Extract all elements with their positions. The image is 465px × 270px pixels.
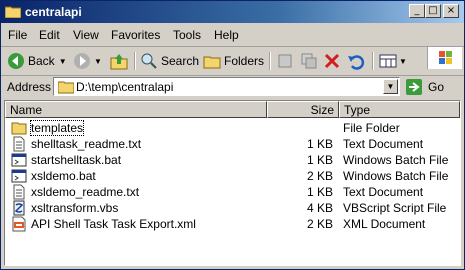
file-type: Windows Batch File bbox=[343, 153, 449, 167]
folder-icon bbox=[11, 122, 27, 135]
menu-view[interactable]: View bbox=[73, 28, 99, 42]
column-type-label: Type bbox=[344, 103, 371, 117]
forward-button[interactable]: ▼ bbox=[73, 51, 102, 71]
list-item[interactable]: templates File Folder bbox=[5, 120, 460, 136]
file-size: 4 KB bbox=[306, 201, 333, 215]
file-size: 1 KB bbox=[306, 137, 333, 151]
file-name: xsldemo_readme.txt bbox=[31, 185, 140, 199]
folders-button[interactable]: Folders bbox=[203, 51, 264, 71]
list-item[interactable]: xsldemo.bat 2 KB Windows Batch File bbox=[5, 168, 460, 184]
menu-edit[interactable]: Edit bbox=[39, 28, 60, 42]
menu-help[interactable]: Help bbox=[214, 28, 239, 42]
list-header: Name Size Type bbox=[5, 101, 460, 118]
views-icon bbox=[379, 54, 397, 68]
file-type: File Folder bbox=[343, 121, 400, 135]
copy-to-icon bbox=[301, 53, 317, 69]
explorer-window: centralapi _ □ × File Edit View Favorite… bbox=[0, 0, 465, 270]
list-item[interactable]: shelltask_readme.txt 1 KB Text Document bbox=[5, 136, 460, 152]
file-name: xsldemo.bat bbox=[31, 169, 96, 183]
address-label: Address bbox=[7, 80, 52, 94]
text-file-icon bbox=[13, 136, 25, 152]
address-input[interactable]: D:\temp\centralapi ▼ bbox=[53, 77, 400, 96]
column-name-header[interactable]: Name bbox=[5, 101, 267, 118]
back-button[interactable]: Back ▼ bbox=[7, 51, 67, 71]
column-name-label: Name bbox=[10, 103, 43, 117]
batch-file-icon bbox=[11, 153, 27, 167]
delete-x-icon bbox=[324, 53, 340, 69]
list-item[interactable]: xsltransform.vbs 4 KB VBScript Script Fi… bbox=[5, 200, 460, 216]
list-item[interactable]: API Shell Task Task Export.xml 2 KB XML … bbox=[5, 216, 460, 232]
file-name: templates bbox=[29, 120, 85, 136]
title-bar[interactable]: centralapi _ □ × bbox=[1, 1, 464, 23]
go-label: Go bbox=[428, 80, 445, 94]
column-size-label: Size bbox=[310, 103, 334, 117]
file-type: XML Document bbox=[343, 217, 426, 231]
copy-to-button[interactable] bbox=[300, 51, 318, 71]
forward-arrow-icon bbox=[74, 53, 90, 69]
maximize-button[interactable]: □ bbox=[425, 4, 441, 18]
file-type: Text Document bbox=[343, 185, 424, 199]
move-to-button[interactable] bbox=[276, 51, 294, 71]
column-size-header[interactable]: Size bbox=[267, 101, 339, 118]
file-type: VBScript Script File bbox=[343, 201, 447, 215]
undo-icon bbox=[348, 55, 365, 70]
list-item[interactable]: startshelltask.bat 1 KB Windows Batch Fi… bbox=[5, 152, 460, 168]
file-size: 1 KB bbox=[306, 153, 333, 167]
text-file-icon bbox=[13, 184, 25, 200]
address-bar: Address D:\temp\centralapi ▼ Go bbox=[1, 76, 464, 98]
file-name: xsltransform.vbs bbox=[31, 201, 119, 215]
file-size: 2 KB bbox=[306, 217, 333, 231]
go-button[interactable]: Go bbox=[405, 78, 461, 96]
menu-file[interactable]: File bbox=[8, 28, 27, 42]
file-name: API Shell Task Task Export.xml bbox=[31, 217, 196, 231]
chevron-down-icon[interactable]: ▼ bbox=[94, 57, 102, 66]
file-name: shelltask_readme.txt bbox=[31, 137, 142, 151]
folder-icon bbox=[58, 81, 74, 94]
address-dropdown-button[interactable]: ▼ bbox=[383, 79, 398, 94]
search-icon bbox=[141, 53, 157, 69]
file-size: 1 KB bbox=[306, 185, 333, 199]
search-button[interactable]: Search bbox=[140, 51, 199, 71]
toolbar-separator bbox=[134, 52, 136, 70]
file-name: startshelltask.bat bbox=[31, 153, 122, 167]
delete-button[interactable] bbox=[323, 51, 341, 71]
list-item[interactable]: xsldemo_readme.txt 1 KB Text Document bbox=[5, 184, 460, 200]
undo-button[interactable] bbox=[347, 51, 365, 71]
standard-toolbar: Back ▼ ▼ Search Folders ▼ bbox=[1, 47, 464, 76]
script-file-icon bbox=[13, 200, 25, 216]
move-to-icon bbox=[278, 54, 292, 68]
menu-tools[interactable]: Tools bbox=[173, 28, 201, 42]
folder-icon bbox=[5, 6, 21, 18]
folders-icon bbox=[203, 56, 221, 69]
xml-file-icon bbox=[12, 216, 26, 232]
close-button[interactable]: × bbox=[443, 4, 459, 18]
file-type: Text Document bbox=[343, 137, 424, 151]
chevron-down-icon[interactable]: ▼ bbox=[399, 57, 407, 66]
back-label: Back bbox=[28, 54, 55, 68]
minimize-button[interactable]: _ bbox=[409, 4, 425, 18]
batch-file-icon bbox=[11, 169, 27, 183]
file-list[interactable]: Name Size Type templates File Folder she… bbox=[4, 100, 461, 266]
toolbar-separator bbox=[372, 52, 374, 70]
file-size: 2 KB bbox=[306, 169, 333, 183]
column-type-header[interactable]: Type bbox=[339, 101, 460, 118]
up-folder-button[interactable] bbox=[110, 51, 128, 71]
window-title: centralapi bbox=[25, 5, 82, 19]
toolbar-separator bbox=[269, 52, 271, 70]
menu-favorites[interactable]: Favorites bbox=[111, 28, 160, 42]
menu-bar: File Edit View Favorites Tools Help bbox=[1, 24, 464, 69]
back-arrow-icon bbox=[8, 53, 24, 69]
views-button[interactable]: ▼ bbox=[379, 51, 407, 71]
chevron-down-icon[interactable]: ▼ bbox=[59, 57, 67, 66]
file-type: Windows Batch File bbox=[343, 169, 449, 183]
folders-label: Folders bbox=[224, 54, 265, 68]
search-label: Search bbox=[161, 54, 200, 68]
address-value: D:\temp\centralapi bbox=[76, 80, 174, 94]
up-folder-icon bbox=[110, 54, 128, 70]
go-arrow-icon bbox=[406, 79, 422, 95]
